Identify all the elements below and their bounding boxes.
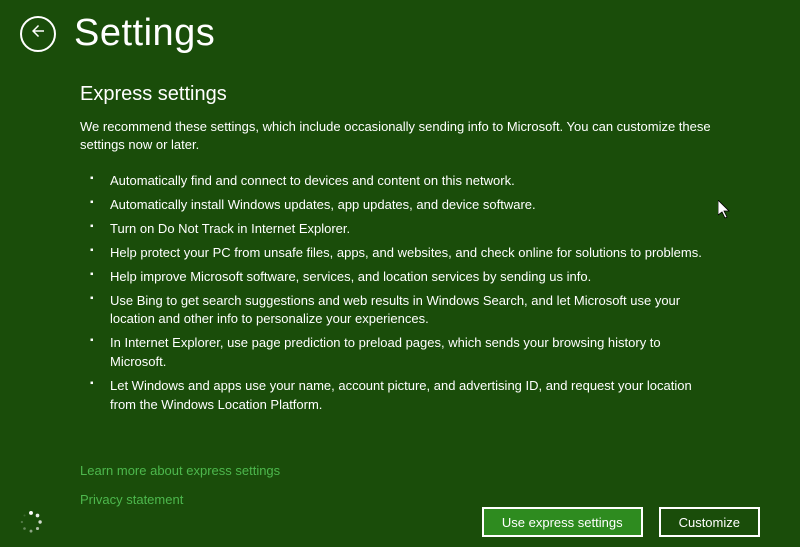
- settings-list: Automatically find and connect to device…: [80, 172, 720, 414]
- list-item: Use Bing to get search suggestions and w…: [90, 292, 720, 330]
- footer-buttons: Use express settings Customize: [482, 507, 760, 537]
- list-item: Automatically install Windows updates, a…: [90, 196, 720, 215]
- back-button[interactable]: [20, 16, 56, 52]
- list-item: In Internet Explorer, use page predictio…: [90, 334, 720, 372]
- list-item: Help protect your PC from unsafe files, …: [90, 244, 720, 263]
- intro-text: We recommend these settings, which inclu…: [80, 118, 720, 154]
- footer: Use express settings Customize: [0, 497, 800, 547]
- loading-spinner-icon: [18, 509, 44, 535]
- customize-button[interactable]: Customize: [659, 507, 760, 537]
- list-item: Let Windows and apps use your name, acco…: [90, 377, 720, 415]
- list-item: Automatically find and connect to device…: [90, 172, 720, 191]
- page-title: Settings: [74, 12, 215, 55]
- subtitle: Express settings: [80, 83, 720, 106]
- list-item: Help improve Microsoft software, service…: [90, 268, 720, 287]
- header: Settings: [0, 0, 800, 63]
- use-express-settings-button[interactable]: Use express settings: [482, 507, 643, 537]
- learn-more-link[interactable]: Learn more about express settings: [80, 463, 720, 478]
- list-item: Turn on Do Not Track in Internet Explore…: [90, 220, 720, 239]
- back-arrow-icon: [29, 22, 47, 45]
- content: Express settings We recommend these sett…: [0, 63, 800, 507]
